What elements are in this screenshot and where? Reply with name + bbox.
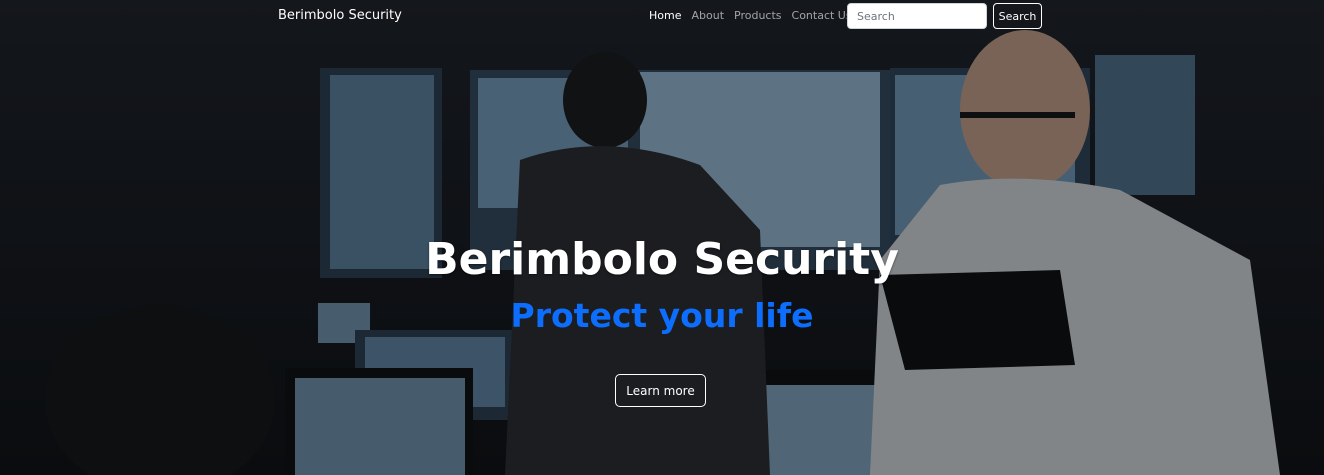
nav-link-about[interactable]: About [691, 9, 724, 22]
nav-link-contact-us[interactable]: Contact Us [792, 9, 852, 22]
hero-section: Berimbolo Security Protect your life Lea… [0, 0, 1324, 475]
learn-more-button[interactable]: Learn more [615, 374, 706, 407]
nav-link-home[interactable]: Home [649, 9, 681, 22]
search-input[interactable] [847, 3, 987, 29]
search-button[interactable]: Search [993, 3, 1042, 29]
navbar: Berimbolo Security Home About Products C… [0, 0, 1324, 32]
hero-subtitle: Protect your life [510, 296, 814, 335]
hero-title: Berimbolo Security [425, 234, 899, 285]
brand-link[interactable]: Berimbolo Security [278, 8, 402, 23]
nav-link-products[interactable]: Products [734, 9, 782, 22]
nav-links: Home About Products Contact Us [649, 9, 852, 22]
